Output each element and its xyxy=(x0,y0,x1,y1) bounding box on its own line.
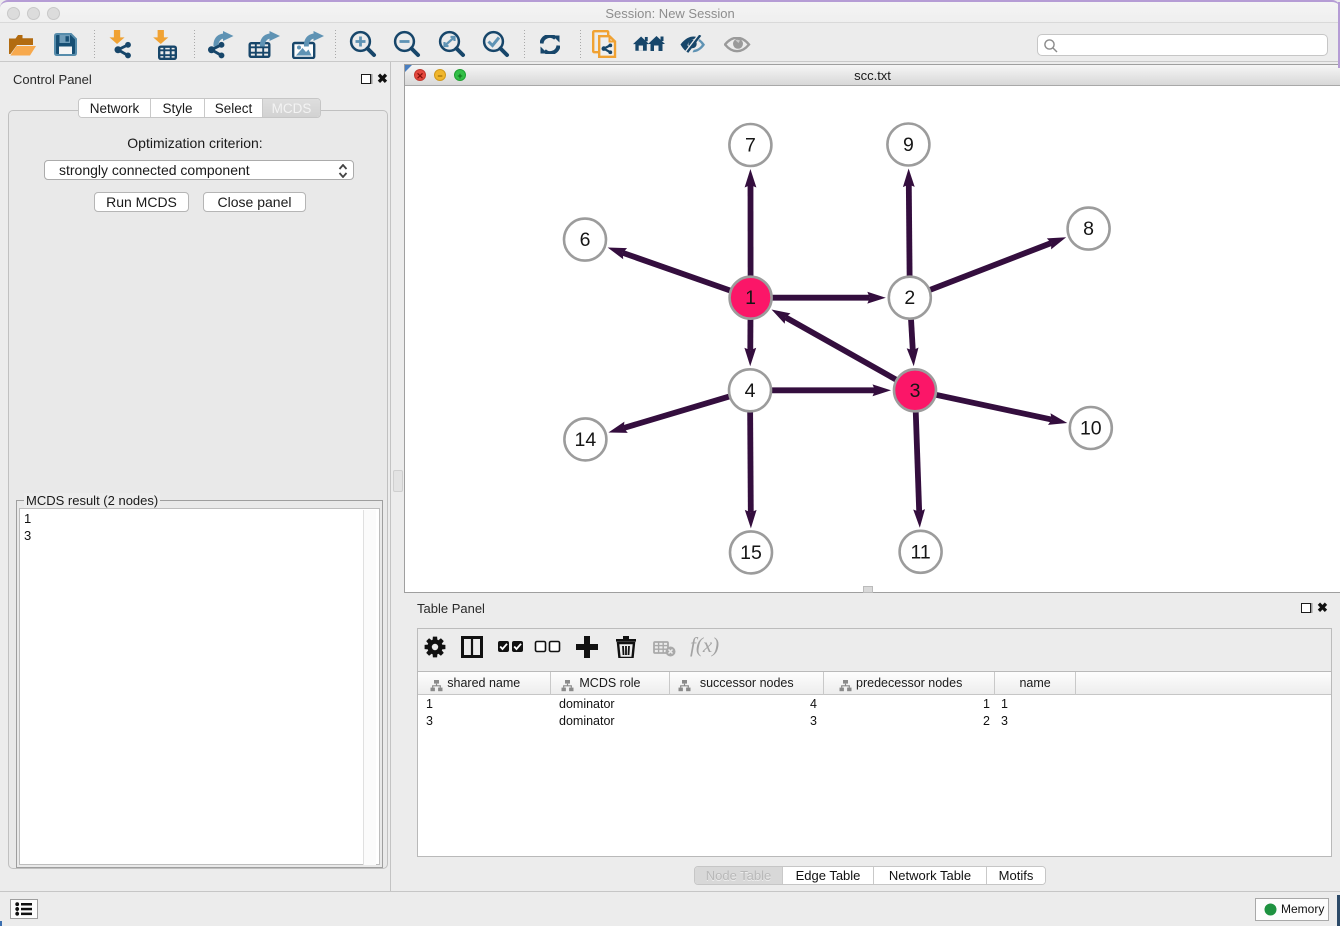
svg-text:10: 10 xyxy=(1080,418,1102,440)
svg-text:1: 1 xyxy=(745,287,756,309)
svg-text:4: 4 xyxy=(745,380,756,402)
svg-text:11: 11 xyxy=(910,541,930,563)
svg-text:2: 2 xyxy=(904,287,915,309)
svg-text:3: 3 xyxy=(910,380,921,402)
svg-text:6: 6 xyxy=(580,229,591,251)
svg-text:15: 15 xyxy=(740,542,762,564)
svg-text:7: 7 xyxy=(745,135,756,157)
svg-text:9: 9 xyxy=(903,134,914,156)
svg-text:8: 8 xyxy=(1083,218,1094,240)
svg-text:14: 14 xyxy=(575,429,597,451)
